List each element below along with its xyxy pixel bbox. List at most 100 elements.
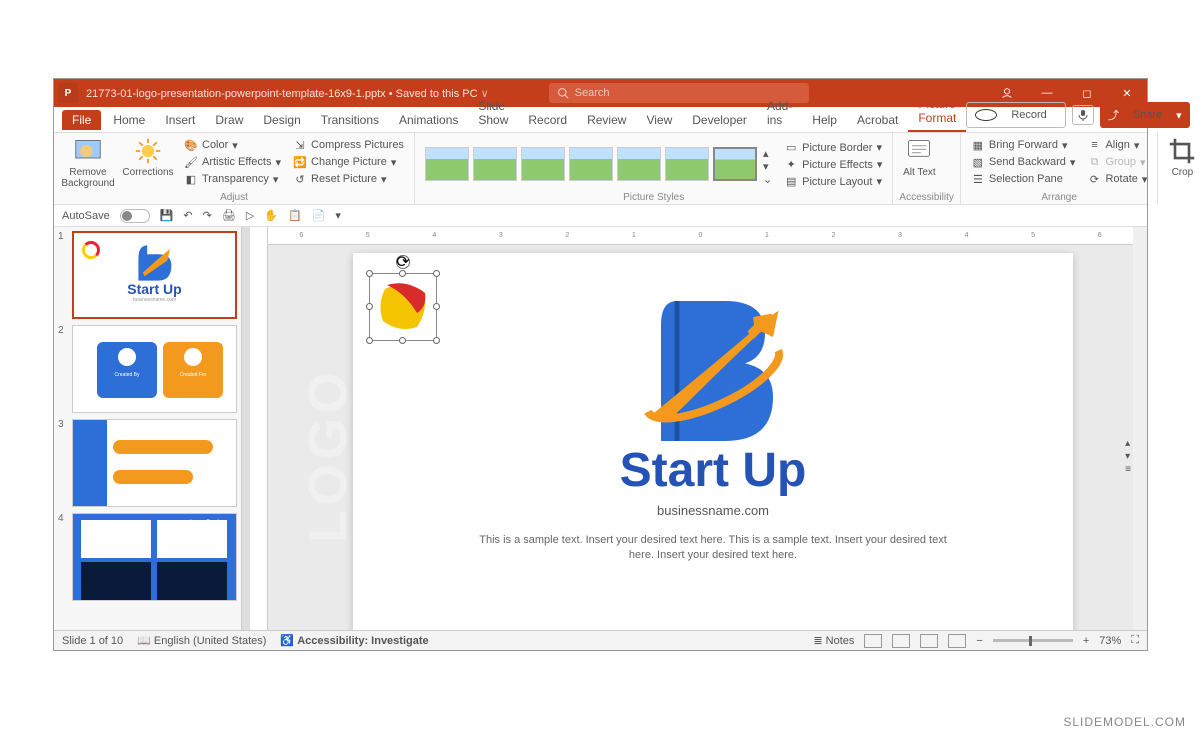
picture-styles-gallery[interactable]: ▴▾⌄ [421,141,776,187]
normal-view-icon[interactable] [864,634,882,648]
page-footer-brand: SLIDEMODEL.COM [1063,715,1186,729]
tab-transitions[interactable]: Transitions [311,108,389,132]
sorter-view-icon[interactable] [892,634,910,648]
border-icon: ▭ [784,141,798,155]
tab-design[interactable]: Design [253,108,310,132]
document-title: 21773-01-logo-presentation-powerpoint-te… [86,87,489,100]
slide-canvas[interactable]: LOGO ⟳ [268,245,1133,630]
group-button: ⧉Group ▾ [1083,154,1151,170]
selection-pane-button[interactable]: ☰Selection Pane [967,171,1080,187]
qat-copy-icon[interactable]: 📋 [288,209,302,222]
qat-print-icon[interactable]: 🖨 [222,209,236,222]
zoom-level[interactable]: 73% [1099,635,1121,647]
share-button[interactable]: ⤴ Share ▾ [1100,102,1190,128]
tab-home[interactable]: Home [103,108,155,132]
picture-layout-button[interactable]: ▤Picture Layout ▾ [780,174,886,190]
tab-view[interactable]: View [636,108,682,132]
qat-touch-icon[interactable]: ✋ [264,209,278,222]
artistic-effects-button[interactable]: 🖌Artistic Effects ▾ [180,154,285,170]
send-backward-icon: ▧ [971,155,985,169]
reading-view-icon[interactable] [920,634,938,648]
slide-thumbnail-4[interactable]: 4 Logo Design Variants [58,513,237,601]
app-icon: P [58,83,78,103]
brightness-icon [134,137,162,165]
reset-picture-button[interactable]: ↺Reset Picture ▾ [289,171,408,187]
fit-to-window-icon[interactable]: ⛶ [1131,634,1139,647]
brand-description: This is a sample text. Insert your desir… [473,533,953,564]
record-button[interactable]: Record [966,102,1065,128]
rotate-icon: ⟳ [1087,172,1101,186]
tab-slideshow[interactable]: Slide Show [468,94,518,132]
tab-draw[interactable]: Draw [205,108,253,132]
corrections-button[interactable]: Corrections [120,135,176,178]
autosave-toggle[interactable] [120,209,150,223]
compress-pictures-button[interactable]: ⇲Compress Pictures [289,137,408,153]
crop-button[interactable]: Crop [1164,135,1200,178]
vertical-scrollbar[interactable] [1133,227,1147,630]
group-icon: ⧉ [1087,155,1101,169]
tab-developer[interactable]: Developer [682,108,757,132]
tab-help[interactable]: Help [802,108,847,132]
transparency-button[interactable]: ◧Transparency ▾ [180,171,285,187]
search-icon [557,87,569,99]
tab-record[interactable]: Record [518,108,577,132]
status-bar: Slide 1 of 10 📖 English (United States) … [54,630,1147,650]
selection-pane-icon: ☰ [971,172,985,186]
selected-picture[interactable]: ⟳ [373,277,433,337]
slideshow-view-icon[interactable] [948,634,966,648]
picture-effects-button[interactable]: ✦Picture Effects ▾ [780,157,886,173]
color-icon: 🎨 [184,138,198,152]
panel-splitter[interactable] [242,227,250,630]
zoom-out-icon[interactable]: − [976,635,982,647]
autosave-label: AutoSave [62,210,110,222]
next-slide-icon[interactable]: ▾ [1125,451,1131,462]
accessibility-status[interactable]: ♿ Accessibility: Investigate [280,634,428,647]
slide: LOGO ⟳ [353,253,1073,630]
change-picture-button[interactable]: 🔁Change Picture ▾ [289,154,408,170]
group-label-picture-styles: Picture Styles [421,192,886,204]
quick-access-toolbar: AutoSave 💾 ↶ ↷ 🖨 ▷ ✋ 📋 📄 ▾ [54,205,1147,227]
qat-paste-icon[interactable]: 📄 [312,209,326,222]
redo-icon[interactable]: ↷ [203,209,212,222]
align-button[interactable]: ≡Align ▾ [1083,137,1151,153]
save-icon[interactable]: 💾 [160,209,174,222]
slide-counter: Slide 1 of 10 [62,635,123,647]
send-backward-button[interactable]: ▧Send Backward ▾ [967,154,1080,170]
remove-background-button[interactable]: Remove Background [60,135,116,189]
qat-from-beginning-icon[interactable]: ▷ [246,209,254,222]
bring-forward-button[interactable]: ▦Bring Forward ▾ [967,137,1080,153]
tab-addins[interactable]: Add-ins [757,94,802,132]
zoom-slider[interactable] [993,639,1073,642]
dictate-button[interactable] [1072,105,1094,125]
prev-slide-icon[interactable]: ▴ [1125,438,1131,449]
language-status[interactable]: 📖 English (United States) [137,634,266,647]
alt-text-button[interactable]: Alt Text [899,135,939,178]
tab-acrobat[interactable]: Acrobat [847,108,908,132]
bring-forward-icon: ▦ [971,138,985,152]
effects-icon: ✦ [784,158,798,172]
tab-review[interactable]: Review [577,108,636,132]
slide-thumbnail-1[interactable]: 1 Start Up businessname.com [58,231,237,319]
undo-icon[interactable]: ↶ [183,209,192,222]
picture-border-button[interactable]: ▭Picture Border ▾ [780,140,886,156]
slide-thumbnail-2[interactable]: 2 Created By Created For [58,325,237,413]
tab-insert[interactable]: Insert [155,108,205,132]
brush-icon: 🖌 [184,155,198,169]
brand-logo [633,293,793,453]
brand-url: businessname.com [353,503,1073,518]
notes-button[interactable]: ≣ Notes [813,634,854,647]
rotation-handle[interactable]: ⟳ [396,255,410,269]
qat-more-icon[interactable]: ▾ [335,209,341,222]
color-button[interactable]: 🎨Color ▾ [180,137,285,153]
tab-file[interactable]: File [62,110,101,130]
slide-thumbnail-3[interactable]: 3 [58,419,237,507]
brand-title: Start Up [353,443,1073,498]
slide-panel[interactable]: 1 Start Up businessname.com 2 Created By… [54,227,242,630]
zoom-in-icon[interactable]: + [1083,635,1089,647]
group-label-size: Size [1164,192,1200,204]
vertical-ruler [250,227,268,630]
rotate-button[interactable]: ⟳Rotate ▾ [1083,171,1151,187]
tab-picture-format[interactable]: Picture Format [908,92,966,132]
tab-animations[interactable]: Animations [389,108,468,132]
slide-nav-split-icon[interactable]: ≡ [1125,464,1131,475]
